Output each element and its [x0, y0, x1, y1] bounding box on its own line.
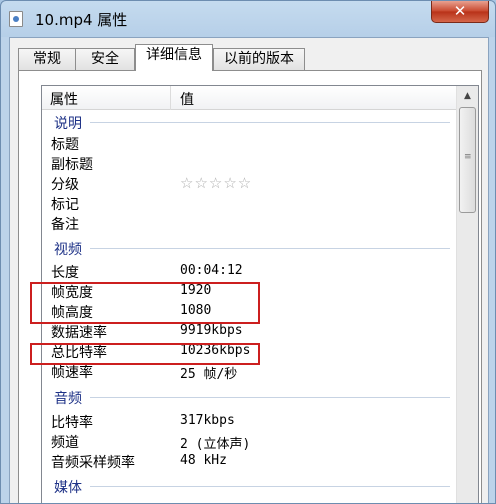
tab-general[interactable]: 常规: [18, 48, 76, 70]
section-divider: [90, 486, 450, 487]
section-divider: [90, 248, 450, 249]
section-header-media[interactable]: 媒体: [42, 476, 456, 496]
scroll-thumb[interactable]: ≡: [459, 107, 476, 213]
property-row-audio-bitrate[interactable]: 比特率 317kbps: [42, 411, 456, 431]
tab-security[interactable]: 安全: [75, 48, 135, 70]
video-file-icon: [9, 11, 23, 27]
property-row-length[interactable]: 长度 00:04:12: [42, 261, 456, 281]
section-header-video[interactable]: 视频: [42, 238, 456, 258]
section-header-description[interactable]: 说明: [42, 112, 456, 132]
window-title: 10.mp4 属性: [35, 11, 128, 29]
grip-icon: ≡: [464, 152, 472, 162]
title-bar[interactable]: 10.mp4 属性 ✕: [1, 1, 495, 37]
property-row-rating[interactable]: 分级 ☆☆☆☆☆: [42, 173, 456, 193]
dialog-body: 常规 安全 详细信息 以前的版本 属性 值 说明 标题 副标题 分级 ☆☆☆☆☆…: [9, 37, 489, 503]
section-divider: [90, 397, 450, 398]
column-header-value[interactable]: 值: [180, 89, 194, 109]
property-row-tags[interactable]: 标记: [42, 193, 456, 213]
highlight-box-frame-size: [30, 282, 260, 324]
vertical-scrollbar[interactable]: ▲ ≡: [456, 86, 478, 503]
column-header: 属性 值: [42, 86, 456, 110]
section-header-audio[interactable]: 音频: [42, 387, 456, 407]
property-row-title[interactable]: 标题: [42, 133, 456, 153]
scroll-up-arrow-icon[interactable]: ▲: [459, 88, 476, 105]
highlight-box-total-bitrate: [30, 343, 260, 365]
property-row-data-rate[interactable]: 数据速率 9919kbps: [42, 321, 456, 341]
close-button[interactable]: ✕: [431, 1, 489, 23]
column-header-name[interactable]: 属性: [50, 89, 78, 109]
tab-details[interactable]: 详细信息: [135, 44, 213, 71]
properties-window: 10.mp4 属性 ✕ 常规 安全 详细信息 以前的版本 属性 值 说明 标题 …: [0, 0, 496, 504]
property-row-channels[interactable]: 频道 2 (立体声): [42, 431, 456, 452]
rating-stars-icon[interactable]: ☆☆☆☆☆: [180, 174, 252, 192]
property-row-comments[interactable]: 备注: [42, 213, 456, 233]
property-row-subtitle[interactable]: 副标题: [42, 153, 456, 173]
section-divider: [90, 122, 450, 123]
property-row-sample-rate[interactable]: 音频采样频率 48 kHz: [42, 451, 456, 471]
column-separator[interactable]: [170, 86, 171, 110]
tab-previous-versions[interactable]: 以前的版本: [213, 48, 305, 70]
